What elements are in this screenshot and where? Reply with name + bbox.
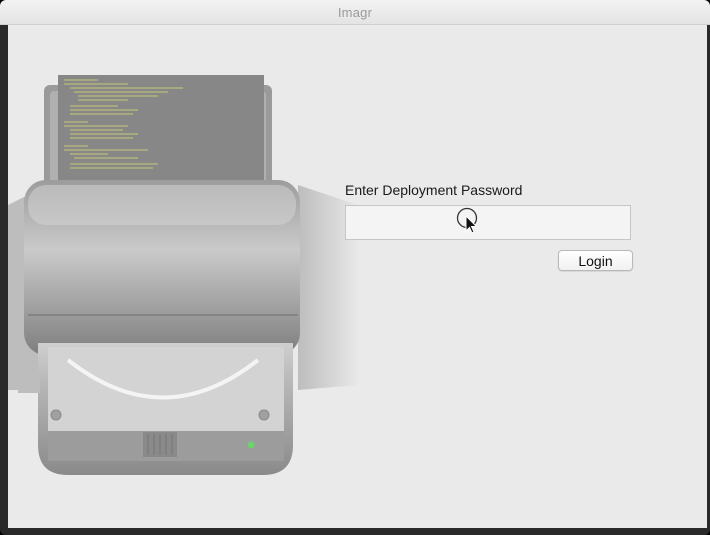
app-window: Imagr Enter Deployment Password Login xyxy=(0,0,710,535)
main-content: Enter Deployment Password Login xyxy=(8,25,707,528)
title-bar[interactable]: Imagr xyxy=(0,0,710,25)
login-button[interactable]: Login xyxy=(558,250,633,271)
password-input[interactable] xyxy=(345,205,631,240)
printer-disk-icon xyxy=(8,75,358,475)
password-prompt-label: Enter Deployment Password xyxy=(345,182,523,198)
window-title: Imagr xyxy=(337,4,373,20)
